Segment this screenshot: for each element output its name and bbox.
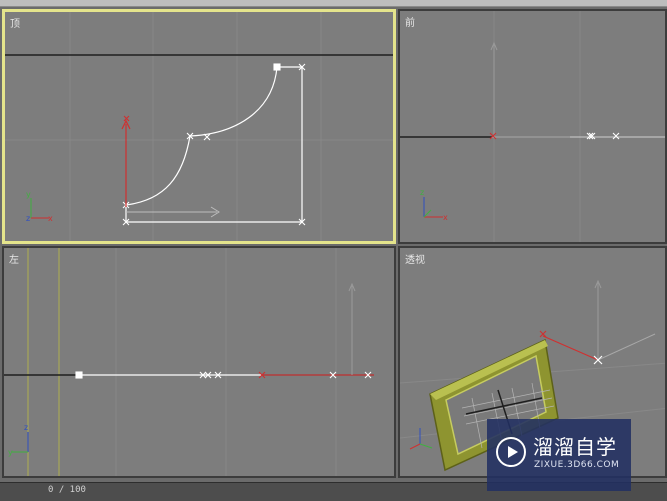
viewport-top-canvas: y x z [5, 12, 393, 241]
viewport-label-left[interactable]: 左 [9, 251, 19, 266]
viewport-label-perspective[interactable]: 透视 [405, 251, 425, 266]
viewport-front[interactable]: z x 前 [398, 9, 667, 244]
svg-text:z: z [24, 423, 28, 432]
svg-text:x: x [443, 213, 448, 222]
move-gizmo [348, 282, 356, 375]
svg-text:z: z [26, 214, 30, 223]
watermark-title: 溜溜自学 [533, 435, 617, 459]
watermark-logo: 溜溜自学 ZIXUE.3D66.COM [487, 419, 631, 491]
svg-text:y: y [26, 190, 31, 199]
spline-vertices [489, 132, 620, 140]
move-gizmo [490, 41, 570, 138]
play-icon [496, 437, 526, 467]
axis-tripod: y x z [26, 190, 53, 223]
viewport-label-top[interactable]: 顶 [10, 15, 20, 30]
viewport-label-front[interactable]: 前 [405, 14, 415, 29]
viewport-left-canvas: z y [4, 248, 374, 476]
axis-tripod [409, 428, 433, 450]
move-gizmo [539, 279, 656, 365]
viewport-top[interactable]: y x z 顶 [2, 9, 396, 244]
axis-tripod: z x [420, 188, 448, 222]
viewport-front-canvas: z x [400, 11, 665, 242]
move-gizmo [121, 115, 220, 218]
spline-vertices [122, 63, 306, 226]
watermark-url: ZIXUE.3D66.COM [534, 460, 620, 470]
axis-tripod: z y [8, 423, 29, 457]
time-slider-readout: 0 / 100 [48, 485, 86, 495]
viewport-toolbar-strip [0, 0, 667, 7]
svg-text:z: z [420, 188, 424, 197]
viewport-left[interactable]: z y 左 [2, 246, 396, 478]
spline-shape [125, 66, 303, 223]
svg-text:y: y [8, 448, 13, 457]
svg-text:x: x [48, 214, 53, 223]
